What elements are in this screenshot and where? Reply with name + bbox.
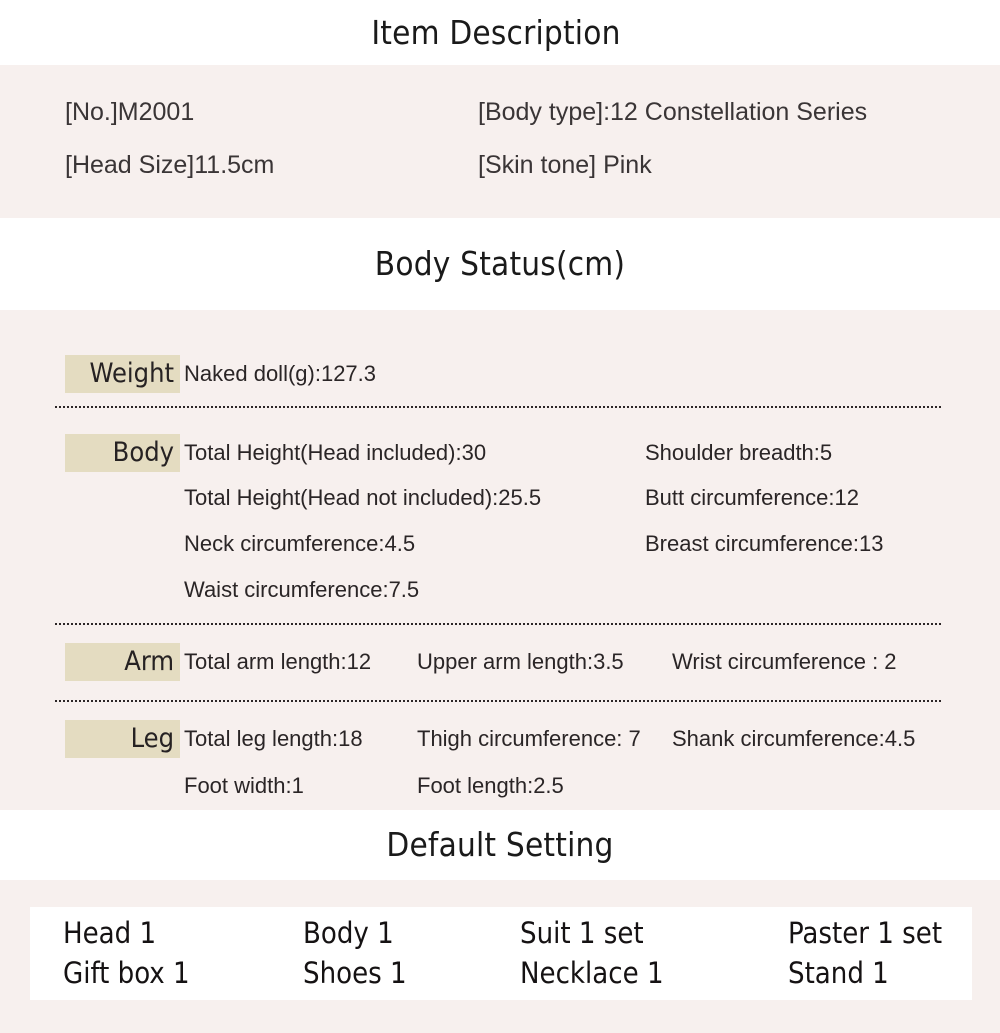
item-description-grid: [No.]M2001 [Body type]:12 Constellation … — [0, 65, 1000, 218]
row-tag-body: Body — [65, 434, 180, 472]
default-setting-title: Default Setting — [386, 825, 614, 864]
row-tag-weight: Weight — [65, 355, 180, 393]
default-setting-box: Head 1 Body 1 Suit 1 set Paster 1 set Gi… — [30, 907, 972, 1000]
item-description-heading-band: Item Description — [0, 0, 1000, 65]
default-setting-heading-band: Default Setting — [0, 810, 1000, 880]
row-divider — [55, 623, 941, 625]
default-setting-band: Head 1 Body 1 Suit 1 set Paster 1 set Gi… — [0, 880, 1000, 1033]
cell-neck-circumference: Neck circumference:4.5 — [184, 531, 416, 556]
cell-total-height-head-included: Total Height(Head included):30 — [184, 440, 487, 465]
cell-total-leg-length: Total leg length:18 — [184, 726, 363, 751]
spec-field-body-type: [Body type]:12 Constellation Series — [478, 98, 868, 126]
page-title: Item Description — [371, 13, 621, 52]
cell-foot-width: Foot width:1 — [184, 773, 304, 798]
default-item-paster: Paster 1 set — [788, 916, 943, 950]
row-tag-leg: Leg — [65, 720, 180, 758]
default-item-necklace: Necklace 1 — [520, 956, 664, 990]
cell-foot-length: Foot length:2.5 — [417, 773, 564, 798]
cell-shank-circumference: Shank circumference:4.5 — [672, 726, 916, 751]
cell-naked-doll-weight: Naked doll(g):127.3 — [184, 361, 377, 386]
default-item-gift-box: Gift box 1 — [63, 956, 190, 990]
spec-field-skin-tone: [Skin tone] Pink — [478, 151, 652, 179]
row-divider — [55, 406, 941, 408]
row-tag-arm: Arm — [65, 643, 180, 681]
default-item-head: Head 1 — [63, 916, 157, 950]
cell-total-height-head-not-included: Total Height(Head not included):25.5 — [184, 485, 542, 510]
default-item-suit: Suit 1 set — [520, 916, 644, 950]
body-status-band: Weight Naked doll(g):127.3 Body Total He… — [0, 310, 1000, 810]
spec-field-head-size: [Head Size]11.5cm — [65, 151, 275, 179]
cell-waist-circumference: Waist circumference:7.5 — [184, 577, 420, 602]
cell-upper-arm-length: Upper arm length:3.5 — [417, 649, 624, 674]
cell-shoulder-breadth: Shoulder breadth:5 — [645, 440, 833, 465]
cell-butt-circumference: Butt circumference:12 — [645, 485, 859, 510]
item-description-band: [No.]M2001 [Body type]:12 Constellation … — [0, 65, 1000, 218]
default-item-shoes: Shoes 1 — [303, 956, 407, 990]
cell-wrist-circumference: Wrist circumference : 2 — [672, 649, 897, 674]
spec-field-no: [No.]M2001 — [65, 98, 195, 126]
body-status-title: Body Status(cm) — [374, 244, 626, 283]
default-item-stand: Stand 1 — [788, 956, 889, 990]
row-divider — [55, 700, 941, 702]
body-status-heading-band: Body Status(cm) — [0, 218, 1000, 310]
cell-thigh-circumference: Thigh circumference: 7 — [417, 726, 641, 751]
cell-total-arm-length: Total arm length:12 — [184, 649, 372, 674]
default-item-body: Body 1 — [303, 916, 394, 950]
product-spec-sheet: Item Description [No.]M2001 [Body type]:… — [0, 0, 1000, 1033]
cell-breast-circumference: Breast circumference:13 — [645, 531, 884, 556]
